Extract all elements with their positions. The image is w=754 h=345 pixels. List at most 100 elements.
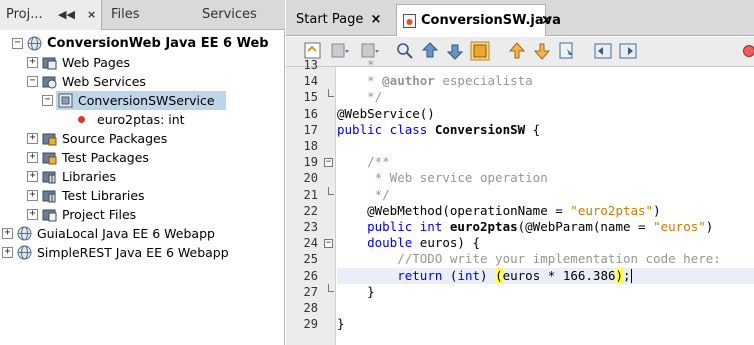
code-token: *: [337, 73, 383, 89]
code-token: return: [397, 267, 443, 283]
fold-collapse-icon[interactable]: −: [324, 239, 333, 249]
java-file-icon: [403, 14, 416, 28]
tree-node-label: Project Files: [62, 207, 137, 222]
tree-node-label: Test Libraries: [62, 188, 145, 203]
code-area[interactable]: * * @author especialista */@WebService()…: [337, 57, 754, 345]
project-files-folder-icon: [42, 209, 57, 222]
library-folder-icon: [42, 190, 56, 203]
code-token: ;: [623, 267, 631, 283]
code-line[interactable]: public class ConversionSW {: [337, 122, 754, 138]
fold-end-marker: [328, 283, 334, 292]
tree-node-simplerest[interactable]: + SimpleREST Java EE 6 Webapp: [0, 243, 285, 262]
tab-projects[interactable]: Proj... ◀◀ ×: [0, 0, 102, 30]
tree-node-source-packages[interactable]: + Source Packages: [0, 129, 285, 148]
code-token: /**: [337, 154, 390, 170]
close-icon[interactable]: ×: [541, 5, 552, 37]
expand-icon[interactable]: +: [27, 133, 38, 144]
left-tab-bar: Proj... ◀◀ × Files Services: [0, 0, 285, 30]
tree-node-guialocal[interactable]: + GuiaLocal Java EE 6 Webapp: [0, 224, 285, 243]
tree-node-label: ConversionSWService: [78, 93, 215, 108]
line-number: 15: [303, 90, 318, 105]
code-token: public class: [337, 121, 435, 137]
tree-node-libraries[interactable]: + Libraries: [0, 167, 285, 186]
expand-icon[interactable]: +: [27, 190, 38, 201]
tree-node-test-packages[interactable]: + Test Packages: [0, 148, 285, 167]
code-line[interactable]: @WebMethod(operationName = "euro2ptas"): [337, 203, 754, 219]
tree-node-euro2ptas[interactable]: euro2ptas: int: [0, 110, 285, 129]
current-code-line[interactable]: return (int) (euros * 166.386);: [337, 267, 754, 284]
tab-files[interactable]: Files: [111, 0, 140, 30]
web-services-folder-icon: [42, 76, 57, 89]
code-line[interactable]: * Web service operation: [337, 170, 754, 186]
collapse-icon[interactable]: −: [27, 76, 38, 87]
code-token: (@WebParam(name =: [517, 219, 654, 234]
collapse-icon[interactable]: −: [12, 38, 23, 49]
code-line[interactable]: }: [337, 284, 754, 300]
code-line[interactable]: @WebService(): [337, 106, 754, 122]
expand-icon[interactable]: +: [2, 228, 13, 239]
tab-conversionsw-java[interactable]: ConversionSW.java ×: [396, 4, 561, 36]
expand-icon[interactable]: +: [2, 247, 13, 258]
code-token: euro2ptas: [449, 219, 518, 234]
close-icon[interactable]: ×: [371, 12, 382, 27]
tree-node-web-pages[interactable]: + Web Pages: [0, 53, 285, 72]
tree-node-test-libraries[interactable]: + Test Libraries: [0, 186, 285, 205]
expand-icon[interactable]: +: [27, 152, 38, 163]
fold-end-marker: [328, 89, 334, 98]
line-number: 19: [303, 155, 318, 170]
globe-icon: [17, 226, 32, 241]
code-token: ): [480, 267, 496, 283]
code-line[interactable]: */: [337, 89, 754, 105]
tree-node-project-files[interactable]: + Project Files: [0, 205, 285, 224]
tab-services-label: Services: [202, 7, 257, 22]
line-number: 17: [303, 122, 318, 137]
code-line[interactable]: *: [337, 57, 754, 73]
line-number: 29: [303, 317, 318, 332]
fold-collapse-icon[interactable]: −: [324, 158, 333, 168]
code-token: {: [525, 121, 541, 137]
tab-services[interactable]: Services: [202, 0, 257, 30]
code-token: ): [705, 219, 714, 234]
line-number: 23: [303, 220, 318, 234]
tree-node-label: Web Services: [62, 74, 146, 89]
editor-tab-bar: Start Page × ConversionSW.java ×: [286, 0, 754, 36]
code-line[interactable]: }: [337, 316, 754, 332]
code-token: *: [337, 57, 375, 72]
code-token: euros * 166.386: [502, 267, 616, 283]
code-line[interactable]: double euros) {: [337, 235, 754, 251]
code-line[interactable]: * @author especialista: [337, 73, 754, 89]
collapse-icon[interactable]: −: [42, 95, 53, 106]
projects-panel: Proj... ◀◀ × Files Services − Conversion…: [0, 0, 285, 345]
tree-node-label: Web Pages: [62, 55, 130, 70]
tree-node-label: GuiaLocal Java EE 6 Webapp: [37, 226, 215, 241]
close-icon[interactable]: ×: [87, 0, 96, 30]
tree-node-label: euro2ptas: int: [97, 112, 185, 127]
expand-icon[interactable]: +: [27, 209, 38, 220]
code-token: ConversionSW: [434, 121, 526, 137]
tree-node-conversionswservice[interactable]: − ConversionSWService: [42, 91, 226, 110]
expand-icon[interactable]: +: [27, 171, 38, 182]
globe-icon: [17, 245, 32, 260]
code-line[interactable]: public int euro2ptas(@WebParam(name = "e…: [337, 219, 754, 235]
editor-area: Start Page × ConversionSW.java × 13 14 1…: [286, 0, 754, 345]
line-number: 28: [303, 301, 318, 315]
code-token: double: [337, 235, 413, 251]
tree-node-conversionweb[interactable]: − ConversionWeb Java EE 6 Web: [0, 34, 285, 53]
code-line[interactable]: /**: [337, 154, 754, 170]
expand-icon[interactable]: +: [27, 57, 38, 68]
code-token: ): [653, 202, 661, 218]
tree-node-label: Libraries: [62, 169, 116, 184]
tree-node-web-services[interactable]: − Web Services: [0, 72, 285, 91]
code-token: euros) {: [412, 235, 480, 251]
code-token: }: [337, 316, 345, 332]
tab-start-page[interactable]: Start Page ×: [286, 4, 396, 36]
code-line[interactable]: //TODO write your implementation code he…: [337, 251, 754, 267]
tab-conversionsw-label: ConversionSW.java: [421, 13, 561, 28]
code-line[interactable]: */: [337, 187, 754, 203]
code-line[interactable]: [337, 138, 754, 154]
code-token: ): [615, 267, 624, 283]
library-folder-icon: [42, 171, 56, 184]
code-line[interactable]: [337, 300, 754, 316]
minimize-window-icon[interactable]: ◀◀: [58, 0, 75, 30]
line-number: 26: [303, 268, 318, 283]
